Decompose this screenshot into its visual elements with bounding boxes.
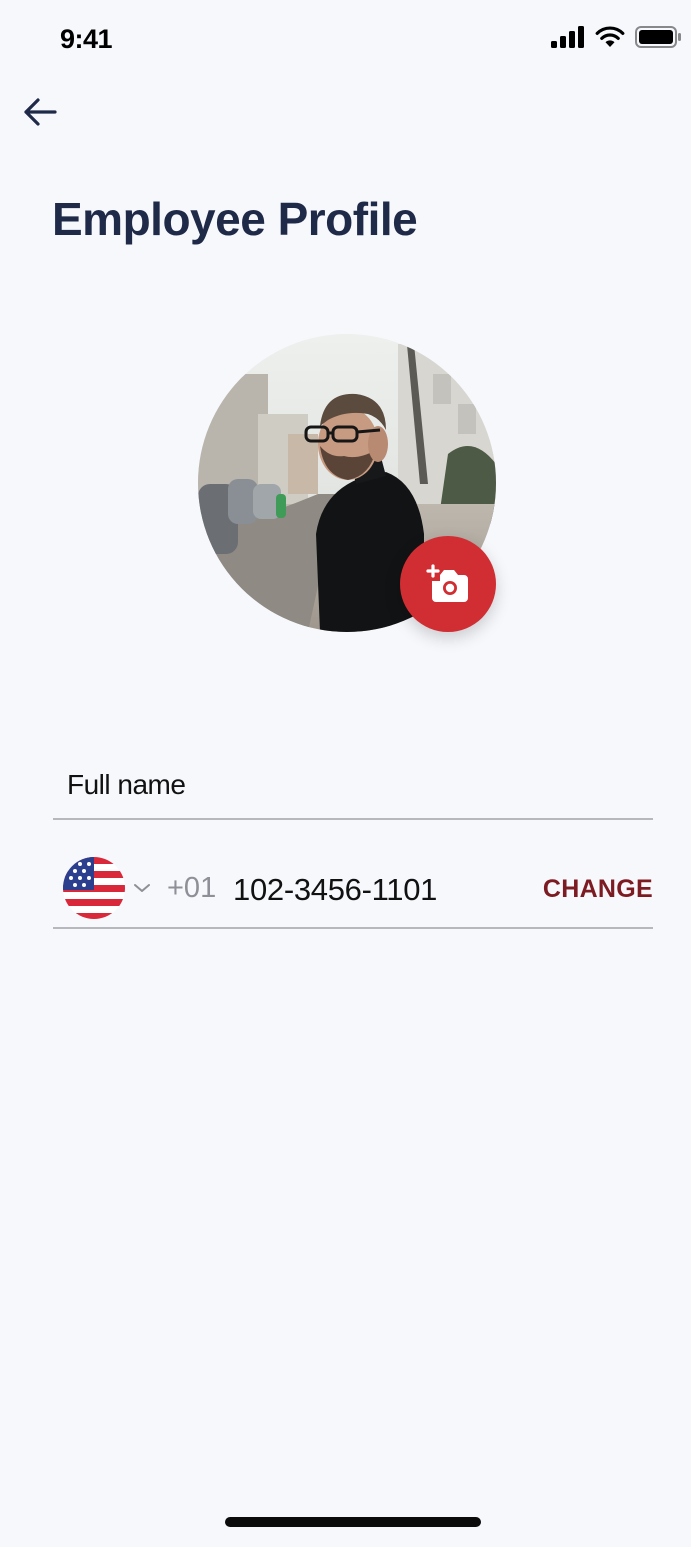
battery-icon	[635, 26, 681, 48]
avatar-container	[198, 334, 496, 632]
back-button[interactable]	[18, 90, 62, 134]
arrow-left-icon	[24, 98, 57, 126]
status-bar: 9:41	[0, 0, 691, 80]
chevron-down-icon	[134, 884, 150, 892]
phone-number[interactable]: 102-3456-1101	[233, 872, 437, 908]
change-photo-button[interactable]	[400, 536, 496, 632]
status-icons	[551, 26, 681, 48]
us-flag-icon	[63, 857, 125, 919]
add-photo-camera-icon	[426, 564, 468, 602]
full-name-field	[53, 752, 653, 820]
cellular-signal-icon	[551, 26, 584, 48]
dial-code: +01	[167, 872, 217, 904]
home-indicator	[225, 1517, 481, 1527]
phone-field: +01 102-3456-1101 CHANGE	[53, 848, 653, 929]
country-code-selector[interactable]	[63, 856, 151, 920]
full-name-input[interactable]	[53, 752, 653, 818]
page-title: Employee Profile	[52, 193, 418, 245]
wifi-icon	[595, 26, 625, 47]
change-phone-button[interactable]: CHANGE	[543, 875, 653, 904]
status-time: 9:41	[60, 24, 113, 54]
